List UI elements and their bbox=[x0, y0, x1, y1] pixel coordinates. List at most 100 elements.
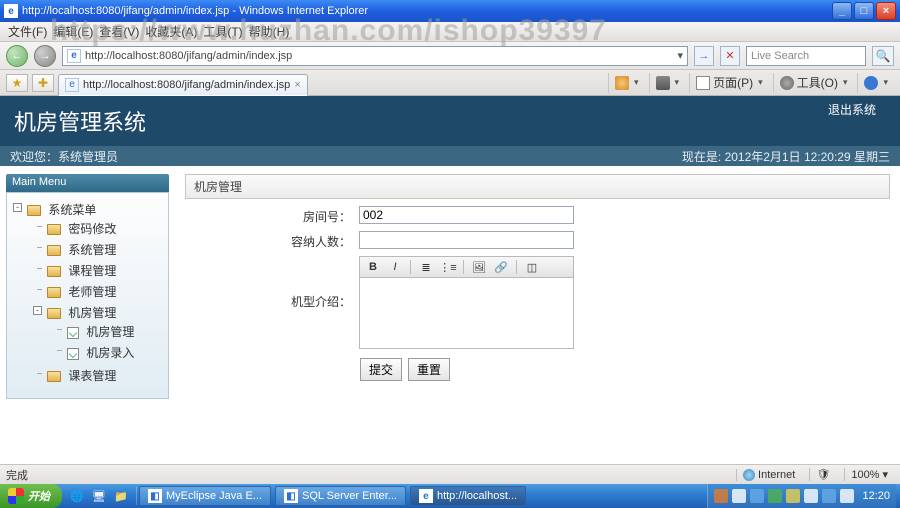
search-button[interactable]: 🔍 bbox=[872, 46, 894, 66]
folder-icon bbox=[47, 224, 61, 235]
editor-bold-button[interactable]: B bbox=[364, 259, 382, 275]
start-label: 开始 bbox=[28, 488, 50, 504]
window-close-button[interactable]: × bbox=[876, 2, 896, 20]
sidebar-item-password[interactable]: 密码修改 bbox=[31, 218, 164, 239]
tray-icon[interactable] bbox=[714, 489, 728, 503]
app-header: 机房管理系统 退出系统 bbox=[0, 96, 900, 146]
folder-icon bbox=[27, 205, 41, 216]
search-box[interactable]: Live Search bbox=[746, 46, 866, 66]
folder-icon bbox=[47, 308, 61, 319]
window-titlebar: e http://localhost:8080/jifang/admin/ind… bbox=[0, 0, 900, 22]
menu-file[interactable]: 文件(F) bbox=[8, 23, 47, 40]
favorites-button[interactable]: ★ bbox=[6, 74, 28, 92]
sidebar-item-label: 课表管理 bbox=[68, 369, 116, 383]
tray-icon[interactable] bbox=[732, 489, 746, 503]
reset-button[interactable]: 重置 bbox=[408, 358, 450, 381]
page-icon bbox=[696, 76, 710, 90]
menu-edit[interactable]: 编辑(E) bbox=[53, 23, 93, 40]
address-bar[interactable]: e http://localhost:8080/jifang/admin/ind… bbox=[62, 46, 688, 66]
tray-icon[interactable] bbox=[768, 489, 782, 503]
leaf-icon bbox=[67, 327, 79, 339]
tree-toggle-icon[interactable]: - bbox=[13, 203, 22, 212]
sidebar-item-room-entry[interactable]: 机房录入 bbox=[51, 342, 164, 363]
task-label: http://localhost... bbox=[437, 490, 517, 502]
task-icon: ◧ bbox=[284, 489, 298, 503]
status-zone: Internet bbox=[736, 469, 801, 481]
main-panel: 机房管理 房间号： 容纳人数： 机型介绍： B I bbox=[175, 166, 900, 464]
print-icon bbox=[656, 76, 670, 90]
tray-icon[interactable] bbox=[786, 489, 800, 503]
taskbar-item-ie[interactable]: e http://localhost... bbox=[410, 486, 526, 506]
home-button[interactable]: ▾ bbox=[608, 73, 645, 93]
status-zoom[interactable]: 100% ▾ bbox=[844, 468, 894, 481]
ie-status-bar: 完成 Internet 🛡 100% ▾ bbox=[0, 464, 900, 484]
add-favorite-button[interactable]: ✚ bbox=[32, 74, 54, 92]
forward-button[interactable]: → bbox=[34, 45, 56, 67]
editor-ul-button[interactable]: ⋮≡ bbox=[439, 259, 457, 275]
print-button[interactable]: ▾ bbox=[649, 73, 686, 93]
window-minimize-button[interactable]: _ bbox=[832, 2, 852, 20]
editor-link-button[interactable]: 🔗 bbox=[492, 259, 510, 275]
help-icon bbox=[864, 76, 878, 90]
sidebar-item-label: 课程管理 bbox=[68, 264, 116, 278]
sidebar-item-room-manage[interactable]: 机房管理 bbox=[51, 321, 164, 342]
menu-tools[interactable]: 工具(T) bbox=[203, 23, 242, 40]
menu-view[interactable]: 查看(V) bbox=[99, 23, 139, 40]
sidebar-item-schedule[interactable]: 课表管理 bbox=[31, 365, 164, 386]
menu-header: Main Menu bbox=[6, 174, 169, 192]
menu-help[interactable]: 帮助(H) bbox=[249, 23, 290, 40]
tab-page-icon: e bbox=[65, 78, 79, 92]
tools-menu-label: 工具(O) bbox=[797, 74, 838, 91]
help-button[interactable]: ▾ bbox=[857, 73, 894, 93]
sidebar-item-system[interactable]: 系统管理 bbox=[31, 239, 164, 260]
page-menu-label: 页面(P) bbox=[713, 74, 753, 91]
tools-menu-button[interactable]: 工具(O)▾ bbox=[773, 73, 854, 93]
tree-root[interactable]: - 系统菜单 密码修改 系统管理 bbox=[11, 199, 164, 388]
editor-italic-button[interactable]: I bbox=[386, 259, 404, 275]
quick-launch: 🌐 🖥 📁 bbox=[62, 487, 137, 505]
ql-app-icon[interactable]: 📁 bbox=[112, 487, 130, 505]
browser-tab[interactable]: e http://localhost:8080/jifang/admin/ind… bbox=[58, 74, 308, 96]
tray-icon[interactable] bbox=[750, 489, 764, 503]
tree-toggle-icon[interactable]: - bbox=[33, 306, 42, 315]
capacity-input[interactable] bbox=[359, 231, 574, 249]
reload-button[interactable]: ✕ bbox=[720, 46, 740, 66]
back-button[interactable]: ← bbox=[6, 45, 28, 67]
ie-app-icon: e bbox=[4, 4, 18, 18]
window-maximize-button[interactable]: □ bbox=[854, 2, 874, 20]
room-no-label: 房间号： bbox=[185, 203, 355, 228]
tree-root-label: 系统菜单 bbox=[48, 203, 96, 217]
taskbar-item-sqlserver[interactable]: ◧ SQL Server Enter... bbox=[275, 486, 406, 506]
windows-logo-icon bbox=[8, 488, 24, 504]
sidebar-item-teacher[interactable]: 老师管理 bbox=[31, 281, 164, 302]
menu-fav[interactable]: 收藏夹(A) bbox=[145, 23, 197, 40]
tab-close-icon[interactable]: × bbox=[294, 79, 300, 91]
tray-clock[interactable]: 12:20 bbox=[862, 490, 890, 502]
sidebar-item-label: 系统管理 bbox=[68, 243, 116, 257]
go-button[interactable]: → bbox=[694, 46, 714, 66]
submit-button[interactable]: 提交 bbox=[360, 358, 402, 381]
address-dropdown-icon[interactable]: ▾ bbox=[677, 49, 683, 62]
separator-icon bbox=[410, 260, 411, 274]
room-no-input[interactable] bbox=[359, 206, 574, 224]
ql-ie-icon[interactable]: 🌐 bbox=[68, 487, 86, 505]
tray-icon[interactable] bbox=[822, 489, 836, 503]
editor-body[interactable] bbox=[360, 278, 573, 348]
logout-link[interactable]: 退出系统 bbox=[828, 101, 876, 118]
tray-icon[interactable] bbox=[804, 489, 818, 503]
sidebar-item-room[interactable]: - 机房管理 机房管理 bbox=[31, 302, 164, 365]
home-icon bbox=[615, 76, 629, 90]
ql-desktop-icon[interactable]: 🖥 bbox=[90, 487, 108, 505]
taskbar-item-myeclipse[interactable]: ◧ MyEclipse Java E... bbox=[139, 486, 271, 506]
welcome-bar: 欢迎您： 系统管理员 现在是: 2012年2月1日 12:20:29 星期三 bbox=[0, 146, 900, 166]
tray-icon[interactable] bbox=[840, 489, 854, 503]
folder-icon bbox=[47, 287, 61, 298]
editor-ol-button[interactable]: ≣ bbox=[417, 259, 435, 275]
start-button[interactable]: 开始 bbox=[0, 484, 62, 508]
editor-source-button[interactable]: ◫ bbox=[523, 259, 541, 275]
sidebar-item-course[interactable]: 课程管理 bbox=[31, 260, 164, 281]
now-label: 现在是: bbox=[682, 150, 721, 164]
editor-image-button[interactable]: 🖼 bbox=[470, 259, 488, 275]
folder-icon bbox=[47, 371, 61, 382]
page-menu-button[interactable]: 页面(P)▾ bbox=[689, 73, 769, 93]
